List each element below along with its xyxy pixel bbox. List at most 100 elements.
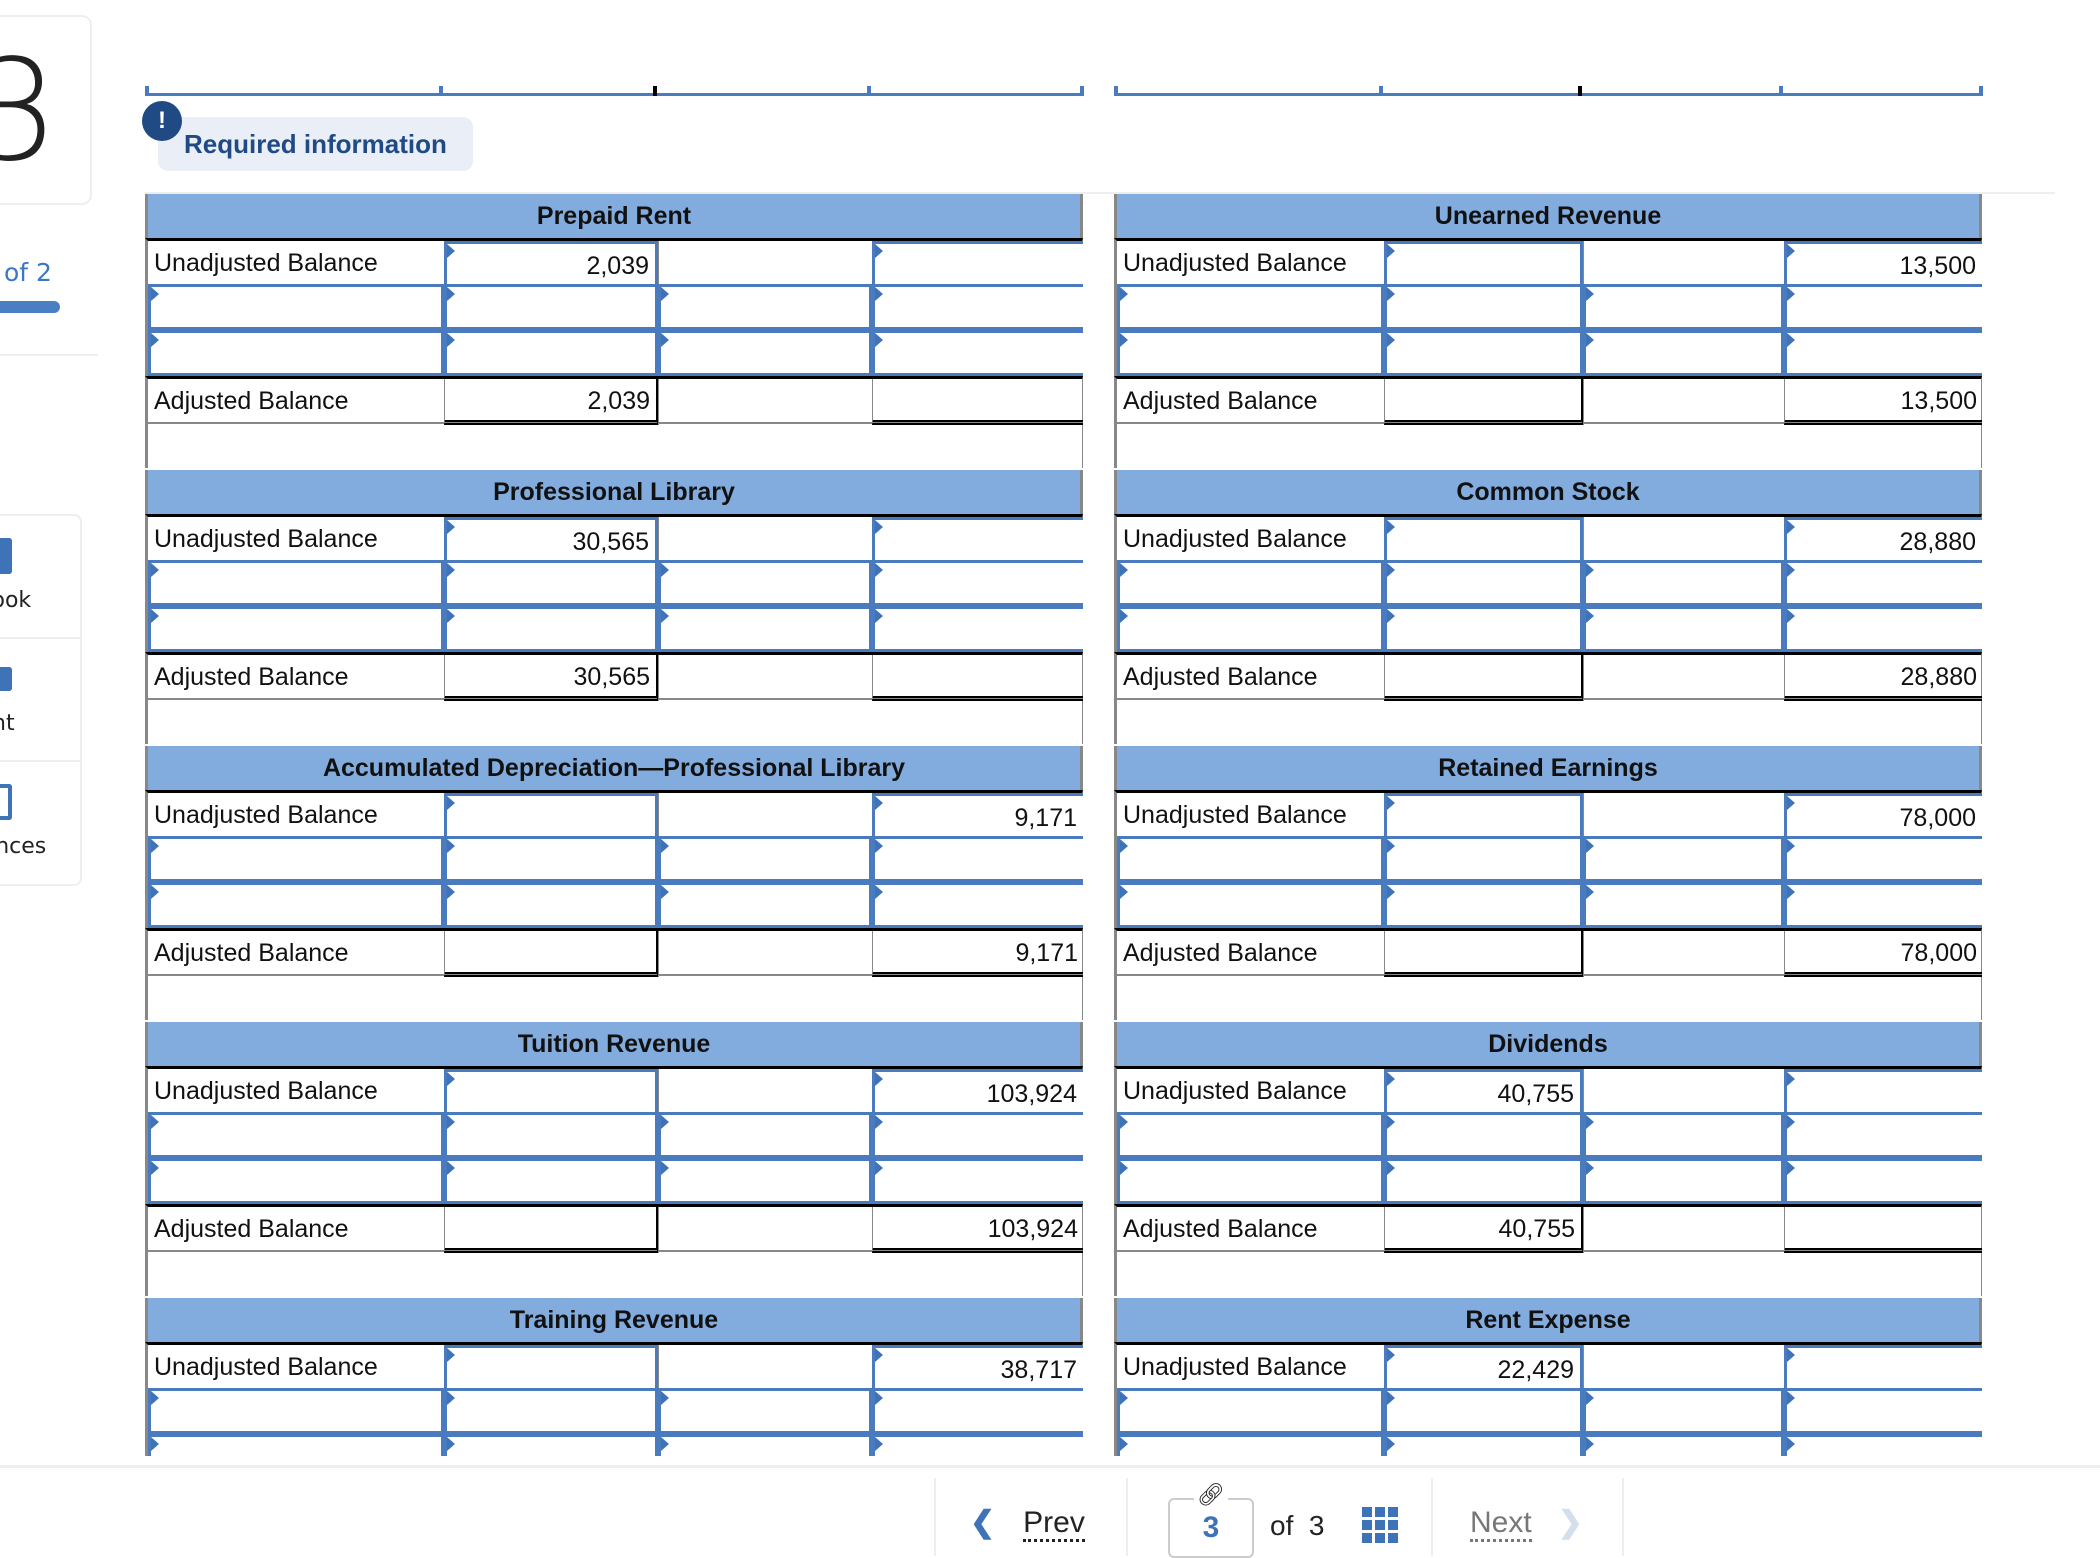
- credit-input[interactable]: [1784, 284, 1982, 330]
- debit-input[interactable]: [444, 1434, 658, 1456]
- adjustment-select[interactable]: [1583, 606, 1784, 652]
- adjustment-select[interactable]: [148, 1388, 444, 1434]
- credit-input[interactable]: 13,500: [1784, 241, 1982, 287]
- debit-input[interactable]: [444, 560, 658, 606]
- credit-input[interactable]: [1784, 330, 1982, 376]
- debit-input[interactable]: [444, 882, 658, 928]
- debit-input[interactable]: [444, 1158, 658, 1204]
- adjustment-select[interactable]: [1117, 882, 1384, 928]
- adjustment-select[interactable]: [1117, 330, 1384, 376]
- credit-input[interactable]: 78,000: [1784, 793, 1982, 839]
- credit-input[interactable]: [872, 241, 1083, 287]
- adjustment-select[interactable]: [148, 1434, 444, 1456]
- credit-input[interactable]: [872, 517, 1083, 563]
- credit-input[interactable]: [872, 836, 1083, 882]
- debit-input[interactable]: 2,039: [444, 241, 658, 287]
- debit-input[interactable]: [444, 330, 658, 376]
- credit-input[interactable]: [1784, 1345, 1982, 1391]
- adjustment-select[interactable]: [148, 330, 444, 376]
- adjustment-select[interactable]: [658, 606, 872, 652]
- debit-input[interactable]: [1384, 1388, 1583, 1434]
- adjustment-select[interactable]: [658, 560, 872, 606]
- adjustment-select[interactable]: [1583, 1158, 1784, 1204]
- credit-input[interactable]: 28,880: [1784, 517, 1982, 563]
- debit-input[interactable]: [444, 1069, 658, 1115]
- adjustment-select[interactable]: [1117, 284, 1384, 330]
- adjustment-select[interactable]: [1117, 560, 1384, 606]
- references-button[interactable]: References: [0, 762, 82, 885]
- adjustment-select[interactable]: [1583, 560, 1784, 606]
- credit-input[interactable]: [1784, 606, 1982, 652]
- debit-input[interactable]: [1384, 1112, 1583, 1158]
- adjustment-select[interactable]: [1583, 1388, 1784, 1434]
- debit-input[interactable]: [1384, 330, 1583, 376]
- credit-input[interactable]: [872, 1434, 1083, 1456]
- credit-input[interactable]: [872, 882, 1083, 928]
- debit-input[interactable]: [444, 606, 658, 652]
- credit-input[interactable]: [872, 284, 1083, 330]
- debit-input[interactable]: [1384, 1434, 1583, 1456]
- debit-input[interactable]: [1384, 284, 1583, 330]
- adjustment-select[interactable]: [1583, 330, 1784, 376]
- debit-input[interactable]: [444, 1112, 658, 1158]
- credit-input[interactable]: [872, 1158, 1083, 1204]
- adjustment-select[interactable]: [1117, 1158, 1384, 1204]
- adjustment-select[interactable]: [658, 1112, 872, 1158]
- adjustment-select[interactable]: [658, 836, 872, 882]
- current-page-box[interactable]: 3: [1168, 1498, 1254, 1558]
- adjustment-select[interactable]: [148, 1112, 444, 1158]
- adjustment-select[interactable]: [148, 882, 444, 928]
- adjustment-select[interactable]: [148, 284, 444, 330]
- adjustment-select[interactable]: [658, 1388, 872, 1434]
- credit-input[interactable]: 9,171: [872, 793, 1083, 839]
- debit-input[interactable]: [444, 1388, 658, 1434]
- credit-input[interactable]: [1784, 1434, 1982, 1456]
- debit-input[interactable]: [444, 836, 658, 882]
- debit-input[interactable]: [1384, 606, 1583, 652]
- adjustment-select[interactable]: [658, 1434, 872, 1456]
- adjustment-select[interactable]: [148, 606, 444, 652]
- debit-input[interactable]: [1384, 517, 1583, 563]
- credit-input[interactable]: [872, 330, 1083, 376]
- credit-input[interactable]: [872, 606, 1083, 652]
- prev-button[interactable]: ❮ Prev: [970, 1505, 1085, 1542]
- adjustment-select[interactable]: [1117, 1434, 1384, 1456]
- print-button[interactable]: Print: [0, 639, 82, 762]
- debit-input[interactable]: [1384, 560, 1583, 606]
- adjustment-select[interactable]: [1583, 836, 1784, 882]
- debit-input[interactable]: [444, 284, 658, 330]
- debit-input[interactable]: [1384, 882, 1583, 928]
- debit-input[interactable]: [1384, 1158, 1583, 1204]
- debit-input[interactable]: 40,755: [1384, 1069, 1583, 1115]
- debit-input[interactable]: 30,565: [444, 517, 658, 563]
- next-button[interactable]: Next ❯: [1470, 1505, 1583, 1542]
- credit-input[interactable]: [872, 1112, 1083, 1158]
- adjustment-select[interactable]: [1583, 284, 1784, 330]
- adjustment-select[interactable]: [1583, 882, 1784, 928]
- credit-input[interactable]: 38,717: [872, 1345, 1083, 1391]
- adjustment-select[interactable]: [1583, 1434, 1784, 1456]
- debit-input[interactable]: [1384, 836, 1583, 882]
- adjustment-select[interactable]: [1117, 1112, 1384, 1158]
- adjustment-select[interactable]: [148, 836, 444, 882]
- adjustment-select[interactable]: [148, 560, 444, 606]
- credit-input[interactable]: [1784, 1388, 1982, 1434]
- adjustment-select[interactable]: [1583, 1112, 1784, 1158]
- adjustment-select[interactable]: [148, 1158, 444, 1204]
- adjustment-select[interactable]: [658, 882, 872, 928]
- ebook-button[interactable]: ebook: [0, 516, 82, 639]
- credit-input[interactable]: [1784, 1112, 1982, 1158]
- adjustment-select[interactable]: [658, 330, 872, 376]
- required-information-button[interactable]: Required information: [158, 117, 473, 171]
- debit-input[interactable]: [444, 793, 658, 839]
- adjustment-select[interactable]: [1117, 606, 1384, 652]
- debit-input[interactable]: 22,429: [1384, 1345, 1583, 1391]
- credit-input[interactable]: 103,924: [872, 1069, 1083, 1115]
- debit-input[interactable]: [1384, 793, 1583, 839]
- credit-input[interactable]: [1784, 560, 1982, 606]
- credit-input[interactable]: [1784, 1158, 1982, 1204]
- credit-input[interactable]: [1784, 1069, 1982, 1115]
- credit-input[interactable]: [1784, 882, 1982, 928]
- credit-input[interactable]: [872, 1388, 1083, 1434]
- adjustment-select[interactable]: [1117, 1388, 1384, 1434]
